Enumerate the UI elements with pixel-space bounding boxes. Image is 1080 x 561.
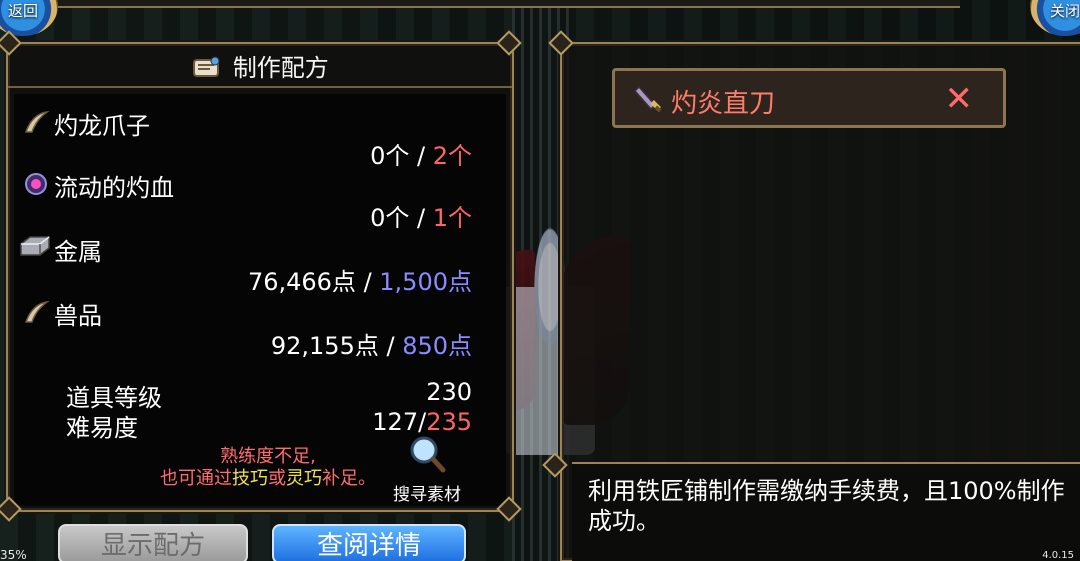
metal-ingot-icon (20, 236, 50, 256)
search-materials-button[interactable]: 搜寻素材 (382, 434, 472, 505)
search-materials-label: 搜寻素材 (393, 485, 461, 505)
sword-icon (633, 85, 662, 113)
material-need-2: 1个 (432, 204, 472, 232)
claw-icon (24, 110, 50, 133)
warning-skill: 技巧 (232, 468, 268, 489)
recipe-scroll-icon (193, 56, 220, 77)
material-name-3: 金属 (54, 238, 102, 266)
target-item-box: 灼炎直刀 ✕ (612, 68, 1006, 128)
difficulty-required: 235 (426, 408, 472, 436)
warning-text-e: 补足。 (322, 468, 376, 489)
material-qty-1: 0个 / 2个 (370, 142, 472, 170)
status-left: 35% (0, 548, 27, 561)
warning-line-1: 熟练度不足, (220, 446, 316, 467)
warning-text-c: 或 (268, 468, 286, 489)
recipe-panel-header: 制作配方 (8, 48, 512, 88)
magnifier-icon (410, 436, 446, 473)
material-have-4: 92,155点 (270, 332, 379, 360)
show-recipe-button[interactable]: 显示配方 (58, 524, 248, 561)
back-label: 返回 (7, 2, 38, 20)
view-details-button[interactable]: 查阅详情 (272, 524, 466, 561)
material-name-2: 流动的灼血 (54, 174, 174, 202)
difficulty-current: 127 (372, 408, 419, 436)
item-level-value: 230 (426, 378, 472, 406)
description-text: 利用铁匠铺制作需缴纳手续费，且100%制作成功。 (588, 477, 1065, 535)
material-name-4: 兽品 (54, 302, 102, 330)
material-need-4: 850点 (402, 332, 472, 360)
recipe-panel: 制作配方 灼龙爪子 0个 / 2个 流动的灼血 0个 / 1个 金属 76,46… (6, 42, 514, 512)
warning-dexterity: 灵巧 (286, 468, 322, 489)
material-need-3: 1,500点 (379, 268, 472, 296)
material-have-3: 76,466点 (247, 268, 356, 296)
description-box: 利用铁匠铺制作需缴纳手续费，且100%制作成功。 (572, 462, 1080, 561)
material-name-1: 灼龙爪子 (54, 112, 150, 140)
material-qty-4: 92,155点 / 850点 (270, 332, 472, 360)
top-bar-center (140, 0, 960, 8)
material-qty-3: 76,466点 / 1,500点 (247, 268, 472, 296)
difficulty-label: 难易度 (66, 414, 138, 442)
close-menu-label: 关闭 (1049, 2, 1080, 20)
warning-line-2: 也可通过技巧或灵巧补足。 (128, 468, 408, 490)
material-have-2: 0个 (370, 204, 410, 232)
material-need-1: 2个 (432, 142, 472, 170)
warning-text-a: 也可通过 (160, 468, 232, 489)
blood-orb-icon (25, 173, 47, 195)
version-label: 4.0.15 (1042, 550, 1074, 561)
claw-icon (24, 300, 50, 323)
material-have-1: 0个 (370, 142, 410, 170)
target-item-name: 灼炎直刀 (671, 89, 776, 119)
remove-item-button[interactable]: ✕ (945, 79, 974, 119)
recipe-panel-title: 制作配方 (232, 54, 329, 82)
difficulty-value: 127/235 (372, 408, 472, 436)
proficiency-warning: 熟练度不足, 也可通过技巧或灵巧补足。 (128, 446, 408, 490)
material-qty-2: 0个 / 1个 (370, 204, 472, 232)
